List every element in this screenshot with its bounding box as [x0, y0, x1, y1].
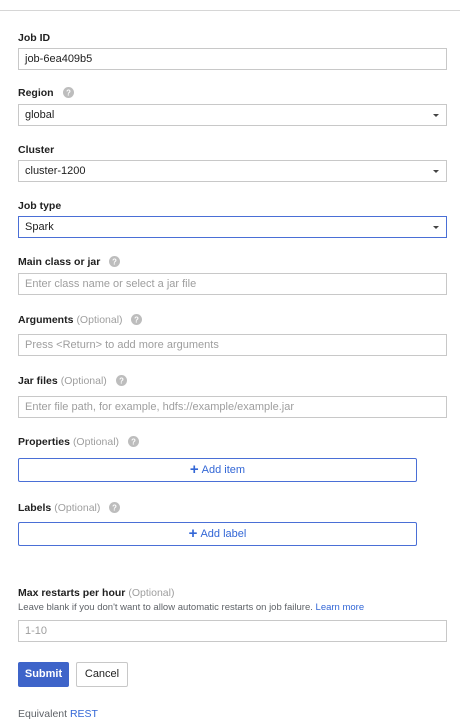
properties-optional-tag: (Optional) — [72, 436, 120, 448]
main-class-label-text: Main class or jar — [18, 256, 101, 268]
submit-button[interactable]: Submit — [18, 662, 69, 687]
max-restarts-hint-text: Leave blank if you don't want to allow a… — [18, 602, 313, 613]
help-circle-icon[interactable]: ? — [115, 375, 127, 386]
plus-icon: + — [188, 525, 198, 542]
job-id-label-text: Job ID — [18, 32, 51, 44]
labels-label: Labels (Optional) ? — [18, 501, 121, 515]
learn-more-link[interactable]: Learn more — [316, 602, 365, 613]
region-select[interactable]: global — [18, 104, 447, 126]
labels-label-text: Labels — [18, 502, 52, 514]
max-restarts-label: Max restarts per hour (Optional) — [18, 586, 174, 600]
max-restarts-placeholder: 1-10 — [25, 625, 48, 637]
svg-text:?: ? — [112, 257, 117, 266]
region-label: Region ? — [18, 86, 74, 100]
jar-files-placeholder: Enter file path, for example, hdfs://exa… — [25, 401, 295, 413]
cluster-label: Cluster — [18, 143, 54, 157]
arguments-input[interactable]: Press <Return> to add more arguments — [18, 334, 447, 356]
region-label-text: Region — [18, 87, 54, 99]
add-item-button[interactable]: + Add item — [18, 458, 417, 482]
job-id-input[interactable]: job-6ea409b5 — [18, 48, 447, 70]
arguments-placeholder: Press <Return> to add more arguments — [25, 339, 219, 351]
job-id-value: job-6ea409b5 — [25, 53, 93, 65]
equivalent-text: Equivalent — [18, 708, 68, 720]
plus-icon: + — [189, 461, 199, 478]
equivalent-rest: Equivalent REST — [18, 708, 98, 721]
job-type-value: Spark — [25, 221, 54, 233]
cluster-select[interactable]: cluster-1200 — [18, 160, 447, 182]
rest-link[interactable]: REST — [70, 708, 98, 720]
help-circle-icon[interactable]: ? — [109, 256, 121, 267]
max-restarts-label-text: Max restarts per hour — [18, 587, 126, 599]
add-item-label: Add item — [201, 464, 246, 476]
region-value: global — [25, 109, 55, 121]
jar-files-label-text: Jar files — [18, 375, 58, 387]
svg-text:?: ? — [131, 437, 136, 446]
arguments-label: Arguments (Optional) ? — [18, 313, 143, 327]
cancel-button[interactable]: Cancel — [76, 662, 128, 687]
max-restarts-optional-tag: (Optional) — [128, 587, 175, 599]
job-id-label: Job ID — [18, 31, 50, 45]
properties-label: Properties (Optional) ? — [18, 435, 139, 449]
help-circle-icon[interactable]: ? — [109, 502, 121, 513]
arguments-label-text: Arguments — [18, 314, 74, 326]
max-restarts-input[interactable]: 1-10 — [18, 620, 447, 642]
main-class-placeholder: Enter class name or select a jar file — [25, 278, 197, 290]
chevron-down-icon — [433, 114, 439, 117]
jar-files-optional-tag: (Optional) — [60, 375, 107, 387]
job-type-label-text: Job type — [18, 200, 62, 212]
cluster-label-text: Cluster — [18, 144, 55, 156]
svg-text:?: ? — [112, 503, 117, 512]
job-type-select[interactable]: Spark — [18, 216, 447, 238]
jar-files-input[interactable]: Enter file path, for example, hdfs://exa… — [18, 396, 447, 418]
svg-text:?: ? — [66, 88, 71, 97]
svg-text:?: ? — [135, 315, 140, 324]
chevron-down-icon — [433, 170, 439, 173]
top-divider — [0, 10, 460, 11]
job-type-label: Job type — [18, 199, 61, 213]
svg-text:?: ? — [119, 376, 124, 385]
cluster-value: cluster-1200 — [25, 165, 86, 177]
properties-label-text: Properties — [18, 436, 70, 448]
help-circle-icon[interactable]: ? — [62, 87, 74, 98]
jar-files-label: Jar files (Optional) ? — [18, 374, 127, 388]
main-class-input[interactable]: Enter class name or select a jar file — [18, 273, 447, 295]
labels-optional-tag: (Optional) — [54, 502, 101, 514]
main-class-label: Main class or jar ? — [18, 255, 121, 269]
help-circle-icon[interactable]: ? — [127, 436, 139, 447]
add-label-label: Add label — [200, 528, 247, 540]
help-circle-icon[interactable]: ? — [131, 314, 143, 325]
max-restarts-hint: Leave blank if you don't want to allow a… — [18, 601, 364, 614]
arguments-optional-tag: (Optional) — [76, 314, 123, 326]
chevron-down-icon — [433, 226, 439, 229]
add-label-button[interactable]: + Add label — [18, 522, 417, 546]
